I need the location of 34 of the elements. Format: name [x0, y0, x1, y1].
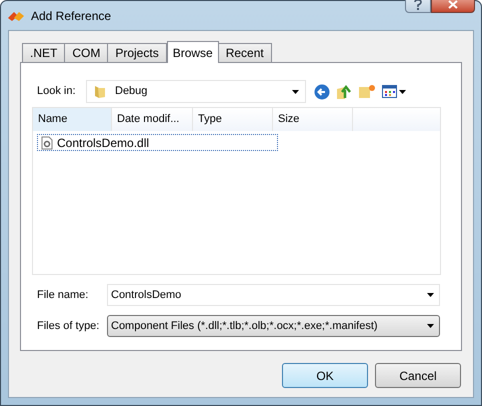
help-icon: [414, 0, 422, 10]
column-header[interactable]: Type: [193, 108, 273, 131]
dropdown-arrow-icon: [292, 90, 299, 94]
dropdown-arrow-icon: [399, 90, 406, 94]
window-title: Add Reference: [31, 8, 112, 24]
column-header[interactable]: Date modif...: [112, 108, 193, 131]
look-in-dropdown[interactable]: Debug: [86, 80, 306, 103]
files-of-type-label: Files of type:: [37, 318, 100, 334]
tab[interactable]: Recent: [218, 43, 272, 62]
folder-icon: [93, 84, 107, 98]
file-name-label: File name:: [37, 288, 90, 303]
dropdown-arrow-icon: [427, 324, 434, 328]
dialog-button[interactable]: Cancel: [375, 363, 461, 388]
up-folder-icon[interactable]: [336, 84, 352, 100]
file-name-field[interactable]: ControlsDemo: [107, 284, 440, 306]
tab[interactable]: Browse: [166, 41, 219, 63]
tab[interactable]: .NET: [22, 43, 66, 62]
file-item[interactable]: ControlsDemo.dll: [37, 134, 278, 151]
close-icon: [448, 0, 458, 8]
look-in-label: Look in:: [37, 84, 77, 100]
tab[interactable]: Projects: [107, 43, 167, 62]
tab[interactable]: COM: [64, 43, 108, 62]
dropdown-arrow-icon: [427, 293, 434, 297]
files-of-type-dropdown[interactable]: Component Files (*.dll;*.tlb;*.olb;*.ocx;*.exe;*.manifest): [107, 315, 440, 337]
close-button[interactable]: [431, 0, 475, 13]
grid-view-icon: [382, 85, 397, 98]
back-icon[interactable]: [314, 84, 330, 100]
gear-file-icon: [40, 136, 54, 150]
column-header[interactable]: Name: [33, 108, 112, 131]
column-header[interactable]: Size: [273, 108, 353, 131]
app-logo-icon: [7, 10, 25, 22]
dialog-button[interactable]: OK: [282, 363, 368, 388]
help-button[interactable]: [405, 0, 431, 13]
views-menu-button[interactable]: [382, 85, 406, 98]
